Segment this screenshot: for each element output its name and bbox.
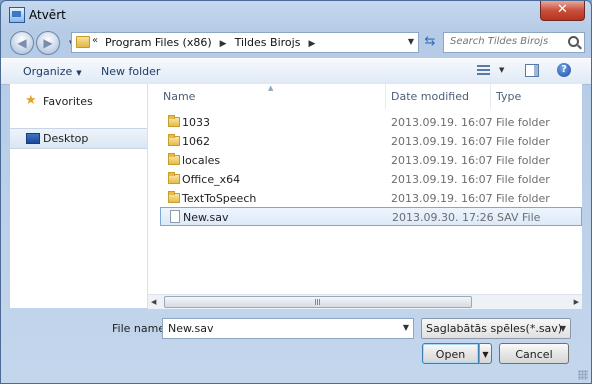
file-name: Office_x64 <box>182 173 241 186</box>
file-type: File folder <box>496 154 550 167</box>
file-date: 2013.09.19. 16:07 <box>391 116 493 129</box>
file-type: File folder <box>496 116 550 129</box>
open-options-button[interactable]: ▼ <box>479 343 492 364</box>
navigation-bar: ◀ ▶ ▼ « Program Files (x86) ▶ Tildes Biroj… <box>1 29 591 57</box>
column-date-modified[interactable]: Date modified <box>391 90 469 103</box>
file-row-locales[interactable]: locales 2013.09.19. 16:07 File folder <box>160 151 582 169</box>
cancel-button[interactable]: Cancel <box>499 343 569 364</box>
file-row-1033[interactable]: 1033 2013.09.19. 16:07 File folder <box>160 113 582 131</box>
refresh-icon: ⇆ <box>424 34 436 49</box>
back-button[interactable]: ◀ <box>10 31 34 55</box>
file-name: locales <box>182 154 221 167</box>
filename-combobox[interactable]: ▼ <box>162 318 414 339</box>
chevron-right-icon[interactable]: ▶ <box>308 39 315 49</box>
file-type: SAV File <box>497 211 541 224</box>
chevron-down-icon: ▼ <box>559 324 566 333</box>
file-date: 2013.09.19. 16:07 <box>391 154 493 167</box>
scrollbar-thumb[interactable] <box>164 296 472 308</box>
folder-icon <box>168 153 180 165</box>
sidebar-item-desktop[interactable]: Desktop <box>10 128 147 149</box>
chevron-down-icon: ▼ <box>482 350 489 359</box>
folder-icon <box>168 172 180 184</box>
scroll-left-icon[interactable]: ◀ <box>151 298 156 306</box>
sidebar-item-label: Desktop <box>43 132 89 145</box>
file-row-1062[interactable]: 1062 2013.09.19. 16:07 File folder <box>160 132 582 150</box>
search-icon[interactable] <box>568 36 579 47</box>
refresh-button[interactable]: ⇆ <box>420 32 440 51</box>
file-type-value: Saglabātās spēles(*.sav) <box>426 322 563 335</box>
breadcrumb-item-tildes-birojs[interactable]: Tildes Birojs <box>235 36 301 49</box>
back-forward-group: ◀ ▶ ▼ <box>10 31 74 55</box>
help-icon[interactable]: ? <box>557 63 571 77</box>
organize-button[interactable]: Organize ▼ <box>23 65 82 78</box>
app-icon <box>9 7 25 23</box>
file-name: TextToSpeech <box>182 192 257 205</box>
filename-input[interactable] <box>166 321 390 336</box>
resize-grip-icon[interactable] <box>578 370 588 380</box>
new-folder-button[interactable]: New folder <box>101 65 160 78</box>
file-date: 2013.09.30. 17:26 <box>392 211 494 224</box>
sidebar-item-label: Favorites <box>43 95 93 108</box>
file-name: 1033 <box>182 116 210 129</box>
file-row-office-x64[interactable]: Office_x64 2013.09.19. 16:07 File folder <box>160 170 582 188</box>
search-box[interactable] <box>443 32 585 53</box>
view-options-icon[interactable] <box>477 64 491 76</box>
file-date: 2013.09.19. 16:07 <box>391 135 493 148</box>
column-divider[interactable] <box>385 84 386 109</box>
dialog-footer: File name: ▼ Saglabātās spēles(*.sav) ▼ … <box>1 309 591 383</box>
filename-label: File name: <box>112 322 169 335</box>
navigation-pane: ★ Favorites Desktop <box>10 84 148 308</box>
chevron-down-icon: ▼ <box>76 69 82 77</box>
window-title: Atvērt <box>29 8 66 22</box>
file-list: ▲ Name Date modified Type 1033 2013.09.1… <box>148 84 582 308</box>
file-row-texttospeech[interactable]: TextToSpeech 2013.09.19. 16:07 File fold… <box>160 189 582 207</box>
file-type-select[interactable]: Saglabātās spēles(*.sav) ▼ <box>421 318 571 339</box>
open-dialog-window: Atvērt ✕ ◀ ▶ ▼ « Program Files (x86) ▶ Til… <box>0 0 592 384</box>
file-type: File folder <box>496 135 550 148</box>
chevron-down-icon[interactable]: ▼ <box>499 66 504 74</box>
folder-icon <box>168 191 180 203</box>
file-name: 1062 <box>182 135 210 148</box>
organize-label: Organize <box>23 65 73 78</box>
folder-icon <box>168 134 180 146</box>
open-button[interactable]: Open <box>422 343 479 364</box>
forward-button[interactable]: ▶ <box>36 31 60 55</box>
column-type[interactable]: Type <box>496 90 521 103</box>
file-name: New.sav <box>183 211 229 224</box>
file-date: 2013.09.19. 16:07 <box>391 192 493 205</box>
column-header: ▲ Name Date modified Type <box>148 84 582 109</box>
horizontal-scrollbar[interactable]: ◀ ▶ <box>148 294 582 309</box>
grip-icon <box>315 299 321 305</box>
title-bar[interactable]: Atvērt ✕ <box>1 1 591 29</box>
desktop-icon <box>26 133 40 144</box>
scroll-right-icon[interactable]: ▶ <box>574 298 579 306</box>
document-icon <box>170 210 180 223</box>
folder-icon <box>76 36 90 48</box>
search-input[interactable] <box>448 35 564 48</box>
chevron-down-icon[interactable]: ▼ <box>403 323 409 332</box>
chevron-down-icon[interactable]: ▼ <box>408 37 414 46</box>
breadcrumb: Program Files (x86) ▶ Tildes Birojs ▶ <box>105 36 323 49</box>
address-bar[interactable]: « Program Files (x86) ▶ Tildes Birojs ▶ ▼ <box>71 32 419 53</box>
folder-icon <box>168 115 180 127</box>
file-type: File folder <box>496 173 550 186</box>
breadcrumb-overflow[interactable]: « <box>92 35 98 46</box>
command-toolbar: Organize ▼ New folder ▼ ? <box>1 58 591 85</box>
file-row-new-sav[interactable]: New.sav 2013.09.30. 17:26 SAV File <box>160 207 582 226</box>
file-date: 2013.09.19. 16:07 <box>391 173 493 186</box>
sort-ascending-icon: ▲ <box>268 84 274 92</box>
sidebar-item-favorites[interactable]: ★ Favorites <box>10 92 147 111</box>
breadcrumb-item-program-files[interactable]: Program Files (x86) <box>105 36 212 49</box>
column-name[interactable]: Name <box>163 90 195 103</box>
star-icon: ★ <box>25 93 37 108</box>
close-button[interactable]: ✕ <box>540 1 585 21</box>
column-divider[interactable] <box>490 84 491 109</box>
chevron-right-icon[interactable]: ▶ <box>220 39 227 49</box>
file-type: File folder <box>496 192 550 205</box>
preview-pane-icon[interactable] <box>525 64 539 77</box>
